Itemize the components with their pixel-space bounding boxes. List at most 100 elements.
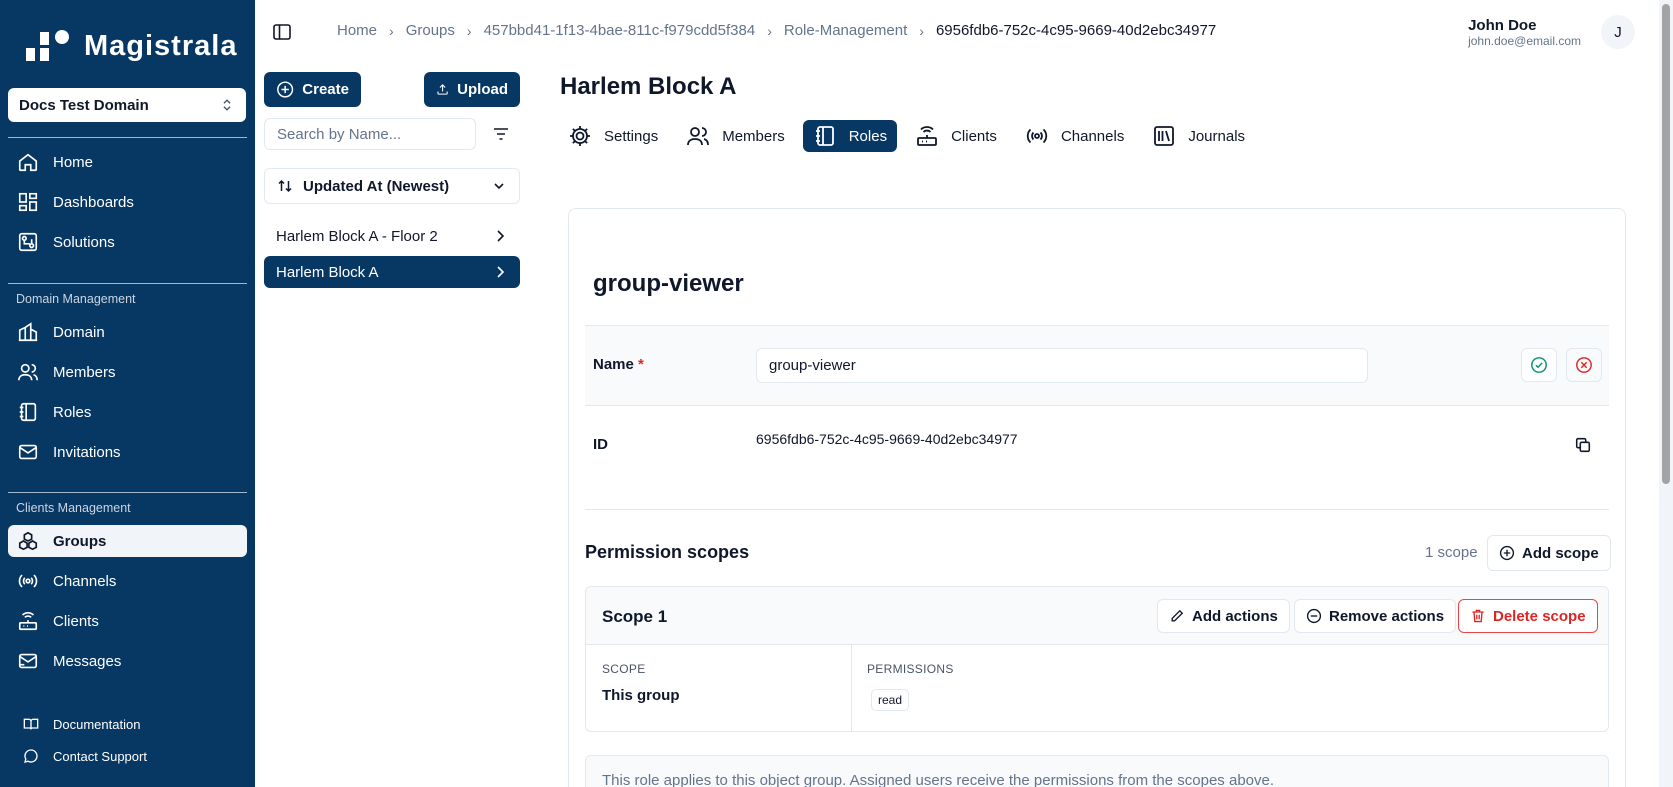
sort-select[interactable]: Updated At (Newest) [264, 168, 520, 204]
sidebar-item-invitations[interactable]: Invitations [8, 436, 247, 468]
breadcrumb-group-id[interactable]: 457bbd41-1f13-4bae-811c-f979cdd5f384 [484, 22, 756, 39]
chevron-right-icon: › [389, 22, 394, 39]
delete-scope-label: Delete scope [1493, 607, 1586, 625]
copy-icon[interactable] [1574, 436, 1592, 454]
tab-clients[interactable]: Clients [905, 120, 1007, 152]
group-tabs: Settings Members Roles Clients Channels … [560, 120, 1263, 152]
sidebar-item-dashboards[interactable]: Dashboards [8, 186, 247, 218]
sidebar-item-home[interactable]: Home [8, 146, 247, 178]
upload-button[interactable]: Upload [424, 72, 520, 107]
sidebar-divider [8, 283, 247, 284]
channels-icon [18, 574, 38, 588]
sidebar-item-domain[interactable]: Domain [8, 316, 247, 348]
tab-members[interactable]: Members [676, 120, 795, 152]
sidebar-item-label: Messages [53, 652, 122, 670]
sidebar-item-roles[interactable]: Roles [8, 396, 247, 428]
sidebar-item-messages[interactable]: Messages [8, 645, 247, 677]
sidebar: Magistrala Docs Test Domain Home Dashboa… [0, 0, 255, 787]
group-list-item[interactable]: Harlem Block A [264, 256, 520, 288]
tab-label: Channels [1060, 127, 1125, 145]
app-logo[interactable]: Magistrala [26, 28, 237, 64]
section-label-clients-management: Clients Management [16, 501, 131, 515]
role-id-value: 6956fdb6-752c-4c95-9669-40d2ebc34977 [756, 431, 1018, 447]
plus-circle-icon [277, 81, 294, 98]
sidebar-item-label: Solutions [53, 233, 115, 251]
confirm-button[interactable] [1521, 348, 1557, 382]
create-button[interactable]: Create [264, 72, 361, 107]
group-list-item-label: Harlem Block A [276, 263, 379, 281]
domain-selector[interactable]: Docs Test Domain [8, 88, 246, 122]
trash-icon [1472, 609, 1484, 623]
permission-scopes-title: Permission scopes [585, 542, 750, 562]
user-info: John Doe john.doe@email.com [1468, 17, 1581, 48]
tab-label: Journals [1188, 127, 1246, 145]
group-title: Harlem Block A [560, 73, 737, 100]
chevron-right-icon: › [919, 22, 924, 39]
chevron-up-down-icon [223, 99, 231, 111]
sidebar-item-label: Groups [53, 532, 107, 550]
tab-channels[interactable]: Channels [1015, 120, 1134, 152]
breadcrumb-groups[interactable]: Groups [406, 22, 455, 39]
chevron-right-icon: › [466, 22, 472, 39]
tab-journals[interactable]: Journals [1142, 120, 1255, 152]
breadcrumb-home[interactable]: Home [337, 22, 377, 39]
sidebar-item-label: Clients [53, 612, 99, 630]
clients-icon [18, 611, 38, 631]
pencil-icon [1171, 609, 1184, 622]
chevron-down-icon [494, 183, 504, 190]
group-list-item[interactable]: Harlem Block A - Floor 2 [264, 220, 520, 252]
x-circle-icon [1576, 357, 1592, 373]
user-email: john.doe@email.com [1468, 34, 1581, 48]
dashboard-icon [18, 192, 38, 212]
settings-icon [570, 126, 590, 146]
messages-icon [18, 653, 38, 669]
sidebar-divider [8, 137, 247, 138]
add-scope-button[interactable]: Add scope [1487, 535, 1611, 571]
add-actions-button[interactable]: Add actions [1157, 599, 1290, 633]
sidebar-item-contact-support[interactable]: Contact Support [8, 740, 247, 772]
cancel-button[interactable] [1566, 348, 1602, 382]
home-icon [18, 153, 38, 172]
scope-count: 1 scope [1425, 544, 1478, 561]
delete-scope-button[interactable]: Delete scope [1458, 599, 1598, 633]
remove-actions-button[interactable]: Remove actions [1294, 599, 1457, 633]
scrollbar-thumb[interactable] [1662, 4, 1670, 484]
sidebar-item-documentation[interactable]: Documentation [8, 708, 247, 740]
sidebar-item-groups[interactable]: Groups [8, 525, 247, 557]
tab-label: Clients [951, 127, 997, 145]
plus-circle-icon [1499, 545, 1515, 561]
upload-button-label: Upload [457, 81, 508, 98]
name-label: Name * [593, 356, 644, 373]
roles-icon [19, 402, 37, 422]
chat-icon [24, 749, 38, 763]
avatar[interactable]: J [1601, 15, 1635, 49]
filter-icon[interactable] [491, 124, 511, 144]
upload-icon [437, 84, 448, 95]
scope-name: Scope 1 [602, 607, 668, 626]
domain-icon [18, 322, 38, 342]
book-icon [23, 718, 39, 730]
page-scrollbar[interactable] [1659, 0, 1673, 787]
sidebar-item-members[interactable]: Members [8, 356, 247, 388]
tab-roles[interactable]: Roles [802, 120, 898, 152]
sidebar-item-solutions[interactable]: Solutions [8, 226, 247, 258]
sidebar-item-label: Roles [53, 403, 92, 421]
journals-icon [1154, 126, 1175, 146]
tab-settings[interactable]: Settings [560, 120, 668, 152]
search-input[interactable] [264, 118, 476, 150]
sort-select-label: Updated At (Newest) [303, 177, 450, 195]
chevron-right-icon [497, 266, 505, 278]
breadcrumb-role-management[interactable]: Role-Management [784, 22, 907, 39]
sidebar-item-clients[interactable]: Clients [8, 605, 247, 637]
required-mark: * [638, 356, 644, 373]
scope-value: This group [602, 687, 680, 704]
group-list-item-label: Harlem Block A - Floor 2 [276, 227, 438, 245]
sidebar-item-channels[interactable]: Channels [8, 565, 247, 597]
mail-icon [18, 444, 38, 460]
sidebar-toggle-icon[interactable] [272, 22, 292, 42]
channels-icon [1026, 128, 1048, 144]
column-divider [851, 645, 852, 731]
clients-icon [917, 126, 937, 146]
permissions-column-label: PERMISSIONS [867, 662, 954, 676]
role-name-input[interactable] [756, 348, 1368, 383]
